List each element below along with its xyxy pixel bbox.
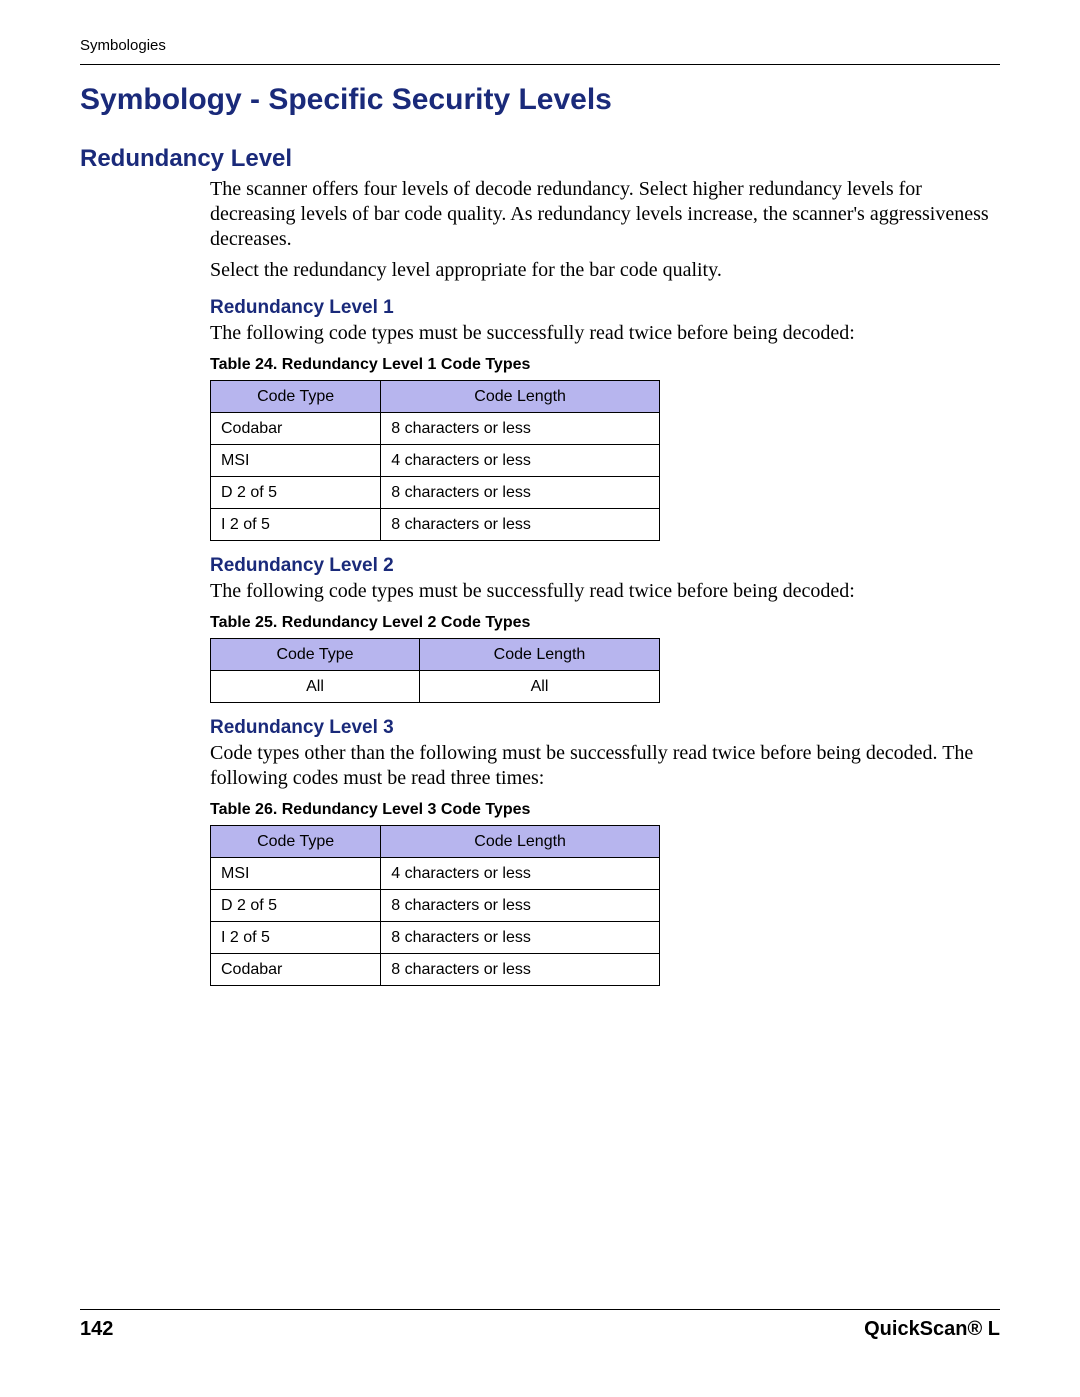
cell-code-type: MSI [211, 858, 381, 890]
running-header: Symbologies [80, 37, 1000, 54]
col-header-code-type: Code Type [211, 826, 381, 858]
text-level-1: The following code types must be success… [210, 321, 1000, 346]
page-title: Symbology - Specific Security Levels [80, 83, 1000, 117]
page-footer: 142 QuickScan® L [80, 1309, 1000, 1341]
cell-code-length: 8 characters or less [381, 890, 660, 922]
page-number: 142 [80, 1318, 113, 1341]
cell-code-type: D 2 of 5 [211, 890, 381, 922]
table-row: Codabar 8 characters or less [211, 954, 660, 986]
heading-level-2: Redundancy Level 2 [210, 555, 1000, 577]
table-26: Code Type Code Length MSI 4 characters o… [210, 825, 660, 986]
table-header-row: Code Type Code Length [211, 826, 660, 858]
table-row: All All [211, 671, 660, 703]
table-header-row: Code Type Code Length [211, 639, 660, 671]
cell-code-length: 8 characters or less [381, 922, 660, 954]
intro-paragraph-1: The scanner offers four levels of decode… [210, 177, 1000, 252]
col-header-code-type: Code Type [211, 639, 420, 671]
table-row: Codabar 8 characters or less [211, 413, 660, 445]
cell-code-type: I 2 of 5 [211, 922, 381, 954]
section-heading-redundancy: Redundancy Level [80, 145, 1000, 173]
bottom-rule [80, 1309, 1000, 1310]
table-row: I 2 of 5 8 characters or less [211, 922, 660, 954]
caption-table-26: Table 26. Redundancy Level 3 Code Types [210, 801, 1000, 819]
table-row: D 2 of 5 8 characters or less [211, 477, 660, 509]
cell-code-length: 4 characters or less [381, 858, 660, 890]
cell-code-length: 8 characters or less [381, 509, 660, 541]
col-header-code-length: Code Length [381, 381, 660, 413]
cell-code-type: D 2 of 5 [211, 477, 381, 509]
product-name: QuickScan® L [864, 1318, 1000, 1341]
table-row: D 2 of 5 8 characters or less [211, 890, 660, 922]
col-header-code-length: Code Length [420, 639, 660, 671]
table-24: Code Type Code Length Codabar 8 characte… [210, 380, 660, 541]
cell-code-type: MSI [211, 445, 381, 477]
cell-code-type: Codabar [211, 413, 381, 445]
col-header-code-type: Code Type [211, 381, 381, 413]
cell-code-type: Codabar [211, 954, 381, 986]
cell-code-length: 8 characters or less [381, 954, 660, 986]
table-row: I 2 of 5 8 characters or less [211, 509, 660, 541]
col-header-code-length: Code Length [381, 826, 660, 858]
text-level-2: The following code types must be success… [210, 579, 1000, 604]
table-header-row: Code Type Code Length [211, 381, 660, 413]
text-level-3: Code types other than the following must… [210, 741, 1000, 791]
table-25: Code Type Code Length All All [210, 638, 660, 703]
caption-table-25: Table 25. Redundancy Level 2 Code Types [210, 614, 1000, 632]
cell-code-length: All [420, 671, 660, 703]
cell-code-type: I 2 of 5 [211, 509, 381, 541]
table-row: MSI 4 characters or less [211, 445, 660, 477]
caption-table-24: Table 24. Redundancy Level 1 Code Types [210, 356, 1000, 374]
cell-code-length: 4 characters or less [381, 445, 660, 477]
top-rule [80, 64, 1000, 65]
cell-code-type: All [211, 671, 420, 703]
heading-level-1: Redundancy Level 1 [210, 297, 1000, 319]
cell-code-length: 8 characters or less [381, 413, 660, 445]
heading-level-3: Redundancy Level 3 [210, 717, 1000, 739]
cell-code-length: 8 characters or less [381, 477, 660, 509]
intro-paragraph-2: Select the redundancy level appropriate … [210, 258, 1000, 283]
table-row: MSI 4 characters or less [211, 858, 660, 890]
